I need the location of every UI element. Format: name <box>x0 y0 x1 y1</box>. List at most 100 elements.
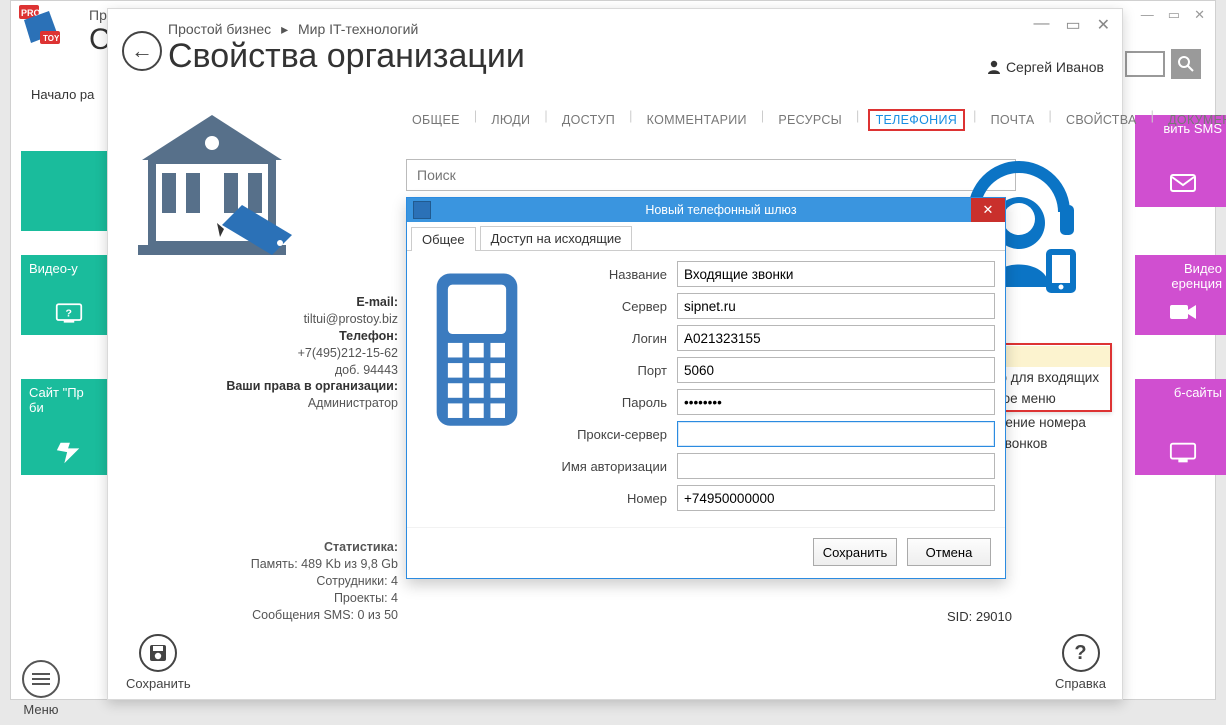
bg-left-label: Начало ра <box>31 87 94 102</box>
input-server[interactable] <box>677 293 995 319</box>
help-label: Справка <box>1055 676 1106 691</box>
bg-minimize-icon[interactable]: — <box>1141 7 1154 23</box>
input-number[interactable] <box>677 485 995 511</box>
tile-vc-label2: еренция <box>1171 276 1222 291</box>
user-icon <box>986 59 1002 75</box>
tile-video-lesson[interactable]: Видео-у ? <box>21 255 116 335</box>
panel-maximize-icon[interactable]: ▭ <box>1065 15 1080 35</box>
bg-title-partial-1: Пр <box>89 7 107 23</box>
input-proxy[interactable] <box>677 421 995 447</box>
tile-site-pr-label1: Сайт "Пр <box>29 385 84 400</box>
dialog-form: Название Сервер Логин Порт Пароль <box>537 261 995 517</box>
user-badge[interactable]: Сергей Иванов <box>986 59 1104 75</box>
tile-site-pr-label2: би <box>29 400 44 415</box>
tile-websites[interactable]: б-сайты <box>1135 379 1226 475</box>
dialog-close-button[interactable]: ✕ <box>971 198 1005 222</box>
menu-label: Меню <box>22 702 60 717</box>
label-server: Сервер <box>537 299 677 314</box>
help-icon: ? <box>1062 634 1100 672</box>
app-logo: PRO TOY <box>19 5 61 45</box>
organization-illustration <box>122 95 302 275</box>
tile-sites-label: б-сайты <box>1174 385 1222 400</box>
tab-properties[interactable]: СВОЙСТВА <box>1060 109 1143 131</box>
tile-vc-label1: Видео <box>1184 261 1222 276</box>
tab-mail[interactable]: ПОЧТА <box>985 109 1041 131</box>
breadcrumb: Простой бизнес ▸ Мир IT-технологий <box>168 21 418 38</box>
tile-site-prostoy[interactable]: Сайт "Пр би <box>21 379 116 475</box>
search-input[interactable] <box>406 159 1016 191</box>
stats-sms: Сообщения SMS: 0 из 50 <box>252 608 398 622</box>
label-auth-name: Имя авторизации <box>537 459 677 474</box>
dialog-titlebar[interactable]: Новый телефонный шлюз ✕ <box>407 198 1005 222</box>
dialog-tab-outgoing[interactable]: Доступ на исходящие <box>480 226 633 250</box>
input-password[interactable] <box>677 389 995 415</box>
bg-search-button[interactable] <box>1171 49 1201 79</box>
help-button-area[interactable]: ? Справка <box>1055 634 1106 691</box>
label-name: Название <box>537 267 677 282</box>
panel-close-icon[interactable]: ✕ <box>1097 15 1110 35</box>
tab-access[interactable]: ДОСТУП <box>556 109 621 131</box>
dialog-app-icon <box>413 201 431 219</box>
org-info-block: E-mail: tiltui@prostoy.biz Телефон: +7(4… <box>126 294 398 412</box>
bg-close-icon[interactable]: ✕ <box>1194 7 1205 23</box>
dialog-save-button[interactable]: Сохранить <box>813 538 897 566</box>
phone-illustration <box>417 261 537 517</box>
tab-general[interactable]: ОБЩЕЕ <box>406 109 466 131</box>
hamburger-icon <box>22 660 60 698</box>
label-login: Логин <box>537 331 677 346</box>
save-button-area[interactable]: Сохранить <box>126 634 191 691</box>
rights-label: Ваши права в организации: <box>226 379 398 393</box>
stats-memory: Память: 489 Kb из 9,8 Gb <box>251 557 398 571</box>
label-password: Пароль <box>537 395 677 410</box>
menu-button[interactable]: Меню <box>22 660 60 717</box>
save-label: Сохранить <box>126 676 191 691</box>
phone-label: Телефон: <box>339 329 398 343</box>
email-label: E-mail: <box>356 295 398 309</box>
save-icon <box>139 634 177 672</box>
panel-window-controls: — ▭ ✕ <box>1033 15 1110 35</box>
tab-people[interactable]: ЛЮДИ <box>485 109 536 131</box>
stats-header: Статистика: <box>324 540 398 554</box>
svg-text:TOY: TOY <box>43 34 60 43</box>
back-button[interactable]: ← <box>122 31 162 71</box>
svg-text:?: ? <box>65 308 71 320</box>
input-name[interactable] <box>677 261 995 287</box>
tab-resources[interactable]: РЕСУРСЫ <box>772 109 848 131</box>
dialog-tab-general[interactable]: Общее <box>411 227 476 251</box>
panel-minimize-icon[interactable]: — <box>1033 15 1049 35</box>
rights-value: Администратор <box>308 396 398 410</box>
input-login[interactable] <box>677 325 995 351</box>
tab-comments[interactable]: КОММЕНТАРИИ <box>641 109 753 131</box>
bg-search-input[interactable] <box>1125 51 1165 77</box>
organization-panel: ← Простой бизнес ▸ Мир IT-технологий Сво… <box>107 8 1123 700</box>
dialog-cancel-button[interactable]: Отмена <box>907 538 991 566</box>
sid-text: SID: 29010 <box>947 609 1012 624</box>
input-port[interactable] <box>677 357 995 383</box>
tile-video-u-label: Видео-у <box>29 261 78 276</box>
bg-maximize-icon[interactable]: ▭ <box>1168 7 1180 23</box>
user-name: Сергей Иванов <box>1006 59 1104 75</box>
bg-window-controls: — ▭ ✕ <box>1141 7 1205 23</box>
dialog-title: Новый телефонный шлюз <box>437 203 1005 217</box>
tile-unknown-green[interactable] <box>21 151 116 231</box>
breadcrumb-item-1[interactable]: Простой бизнес <box>168 21 271 37</box>
dialog-tabs: Общее Доступ на исходящие <box>407 222 1005 251</box>
email-value: tiltui@prostoy.biz <box>304 312 398 326</box>
tab-telephony[interactable]: ТЕЛЕФОНИЯ <box>868 109 965 131</box>
stats-employees: Сотрудники: 4 <box>316 574 398 588</box>
tile-video-conference[interactable]: Видео еренция <box>1135 255 1226 335</box>
dialog-footer: Сохранить Отмена <box>407 527 1005 578</box>
tab-documents[interactable]: ДОКУМЕНТЫ <box>1162 109 1226 131</box>
breadcrumb-arrow-icon: ▸ <box>281 21 288 37</box>
label-port: Порт <box>537 363 677 378</box>
phone-value-2: доб. 94443 <box>335 363 398 377</box>
input-auth-name[interactable] <box>677 453 995 479</box>
label-number: Номер <box>537 491 677 506</box>
label-proxy: Прокси-сервер <box>537 427 677 442</box>
page-title: Свойства организации <box>168 37 525 76</box>
stats-projects: Проекты: 4 <box>334 591 398 605</box>
phone-value-1: +7(495)212-15-62 <box>298 346 398 360</box>
new-gateway-dialog: Новый телефонный шлюз ✕ Общее Доступ на … <box>406 197 1006 579</box>
breadcrumb-item-2[interactable]: Мир IT-технологий <box>298 21 418 37</box>
tabs-row: ОБЩЕЕ| ЛЮДИ| ДОСТУП| КОММЕНТАРИИ| РЕСУРС… <box>406 109 1102 131</box>
